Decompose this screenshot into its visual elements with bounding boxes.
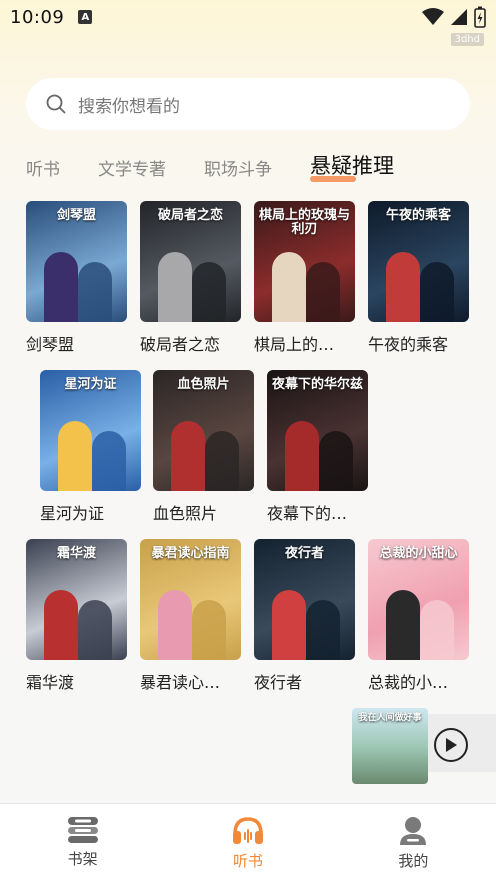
cover-title: 剑琴盟 xyxy=(56,208,96,223)
book-cover[interactable]: 破局者之恋 xyxy=(140,201,241,322)
cover-figure xyxy=(205,431,239,491)
book-card[interactable]: 星河为证 星河为证 xyxy=(40,370,141,524)
book-title: 夜幕下的… xyxy=(267,504,348,523)
book-title: 血色照片 xyxy=(153,504,218,523)
book-card[interactable]: 霜华渡 霜华渡 xyxy=(26,539,127,693)
cover-title: 棋局上的玫瑰与利刃 xyxy=(258,208,350,238)
book-title: 夜行者 xyxy=(254,673,303,692)
headphones-icon xyxy=(232,817,263,844)
nav-profile[interactable]: 我的 xyxy=(331,804,496,881)
cover-figure xyxy=(386,590,420,660)
cover-title: 血色照片 xyxy=(177,377,230,392)
tab-literature[interactable]: 文学专著 xyxy=(98,155,166,186)
battery-icon xyxy=(474,6,486,28)
nav-label: 听书 xyxy=(232,852,263,870)
book-cover[interactable]: 夜行者 xyxy=(254,539,355,660)
cover-figure xyxy=(192,262,226,322)
bookshelf-icon xyxy=(67,817,98,843)
cover-figure xyxy=(420,600,454,660)
tab-workplace[interactable]: 职场斗争 xyxy=(204,155,272,186)
cover-figure xyxy=(306,600,340,660)
book-title: 剑琴盟 xyxy=(26,335,75,354)
cover-figure xyxy=(272,590,306,660)
mini-player-cover[interactable]: 我在人间做好事 xyxy=(352,708,428,784)
wifi-icon xyxy=(422,8,444,25)
book-card[interactable]: 夜幕下的华尔兹 夜幕下的… xyxy=(267,370,368,524)
cover-figure xyxy=(58,421,92,491)
cover-figure xyxy=(158,590,192,660)
status-bar: 10:09 A xyxy=(0,0,496,34)
book-title: 破局者之恋 xyxy=(140,335,221,354)
cover-title: 破局者之恋 xyxy=(157,208,223,223)
book-cover[interactable]: 血色照片 xyxy=(153,370,254,491)
search-input[interactable]: 搜索你想看的 xyxy=(26,78,470,130)
watermark: 3dhd xyxy=(450,33,484,46)
mini-player[interactable]: 我在人间做好事 xyxy=(352,706,496,784)
cover-title: 夜幕下的华尔兹 xyxy=(271,377,363,392)
book-card[interactable]: 夜行者 夜行者 xyxy=(254,539,355,693)
cover-title: 午夜的乘客 xyxy=(385,208,451,223)
bottom-nav: 书架 听书 我的 xyxy=(0,803,496,881)
book-title: 总裁的小… xyxy=(368,673,449,692)
book-card[interactable]: 总裁的小甜心 总裁的小… xyxy=(368,539,469,693)
book-cover[interactable]: 棋局上的玫瑰与利刃 xyxy=(254,201,355,322)
profile-icon xyxy=(400,817,427,845)
book-title: 霜华渡 xyxy=(26,673,75,692)
cover-figure xyxy=(285,421,319,491)
book-card[interactable]: 棋局上的玫瑰与利刃 棋局上的… xyxy=(254,201,355,355)
signal-icon xyxy=(451,9,467,25)
search-placeholder: 搜索你想看的 xyxy=(78,96,180,117)
nav-label: 书架 xyxy=(67,850,98,868)
cover-figure xyxy=(272,252,306,322)
cover-figure xyxy=(319,431,353,491)
status-time: 10:09 xyxy=(10,6,65,28)
book-cover[interactable]: 霜华渡 xyxy=(26,539,127,660)
cover-figure xyxy=(158,252,192,322)
cover-title: 星河为证 xyxy=(64,377,117,392)
cover-figure xyxy=(44,590,78,660)
play-icon xyxy=(446,738,457,752)
book-title: 棋局上的… xyxy=(254,335,335,354)
cover-title: 夜行者 xyxy=(284,546,324,561)
book-card[interactable]: 血色照片 血色照片 xyxy=(153,370,254,524)
play-button[interactable] xyxy=(434,728,468,762)
cover-figure xyxy=(78,262,112,322)
book-card[interactable]: 剑琴盟 剑琴盟 xyxy=(26,201,127,355)
tab-mystery[interactable]: 悬疑推理 xyxy=(310,150,394,186)
cover-title: 暴君读心指南 xyxy=(151,546,230,561)
book-title: 午夜的乘客 xyxy=(368,335,449,354)
cover-figure xyxy=(306,262,340,322)
cover-title: 霜华渡 xyxy=(56,546,96,561)
nav-bookshelf[interactable]: 书架 xyxy=(0,804,165,881)
tab-listen[interactable]: 听书 xyxy=(26,155,60,186)
book-cover[interactable]: 星河为证 xyxy=(40,370,141,491)
mini-cover-title: 我在人间做好事 xyxy=(358,713,422,723)
book-cover[interactable]: 剑琴盟 xyxy=(26,201,127,322)
cover-figure xyxy=(92,431,126,491)
book-title: 暴君读心… xyxy=(140,673,221,692)
book-card[interactable]: 暴君读心指南 暴君读心… xyxy=(140,539,241,693)
cover-figure xyxy=(420,262,454,322)
cover-title: 总裁的小甜心 xyxy=(379,546,458,561)
book-cover[interactable]: 午夜的乘客 xyxy=(368,201,469,322)
cover-figure xyxy=(386,252,420,322)
book-cover[interactable]: 总裁的小甜心 xyxy=(368,539,469,660)
cover-figure xyxy=(192,600,226,660)
cover-figure xyxy=(171,421,205,491)
nav-label: 我的 xyxy=(398,852,429,870)
book-card[interactable]: 破局者之恋 破局者之恋 xyxy=(140,201,241,355)
book-card[interactable]: 午夜的乘客 午夜的乘客 xyxy=(368,201,469,355)
nav-listen[interactable]: 听书 xyxy=(165,804,330,881)
book-cover[interactable]: 暴君读心指南 xyxy=(140,539,241,660)
search-icon xyxy=(46,94,66,114)
book-title: 星河为证 xyxy=(40,504,105,523)
status-icons xyxy=(422,6,486,28)
cover-figure xyxy=(44,252,78,322)
cover-figure xyxy=(78,600,112,660)
book-cover[interactable]: 夜幕下的华尔兹 xyxy=(267,370,368,491)
notification-a-icon: A xyxy=(78,10,93,24)
category-tabs: 听书 文学专著 职场斗争 悬疑推理 xyxy=(26,146,432,186)
